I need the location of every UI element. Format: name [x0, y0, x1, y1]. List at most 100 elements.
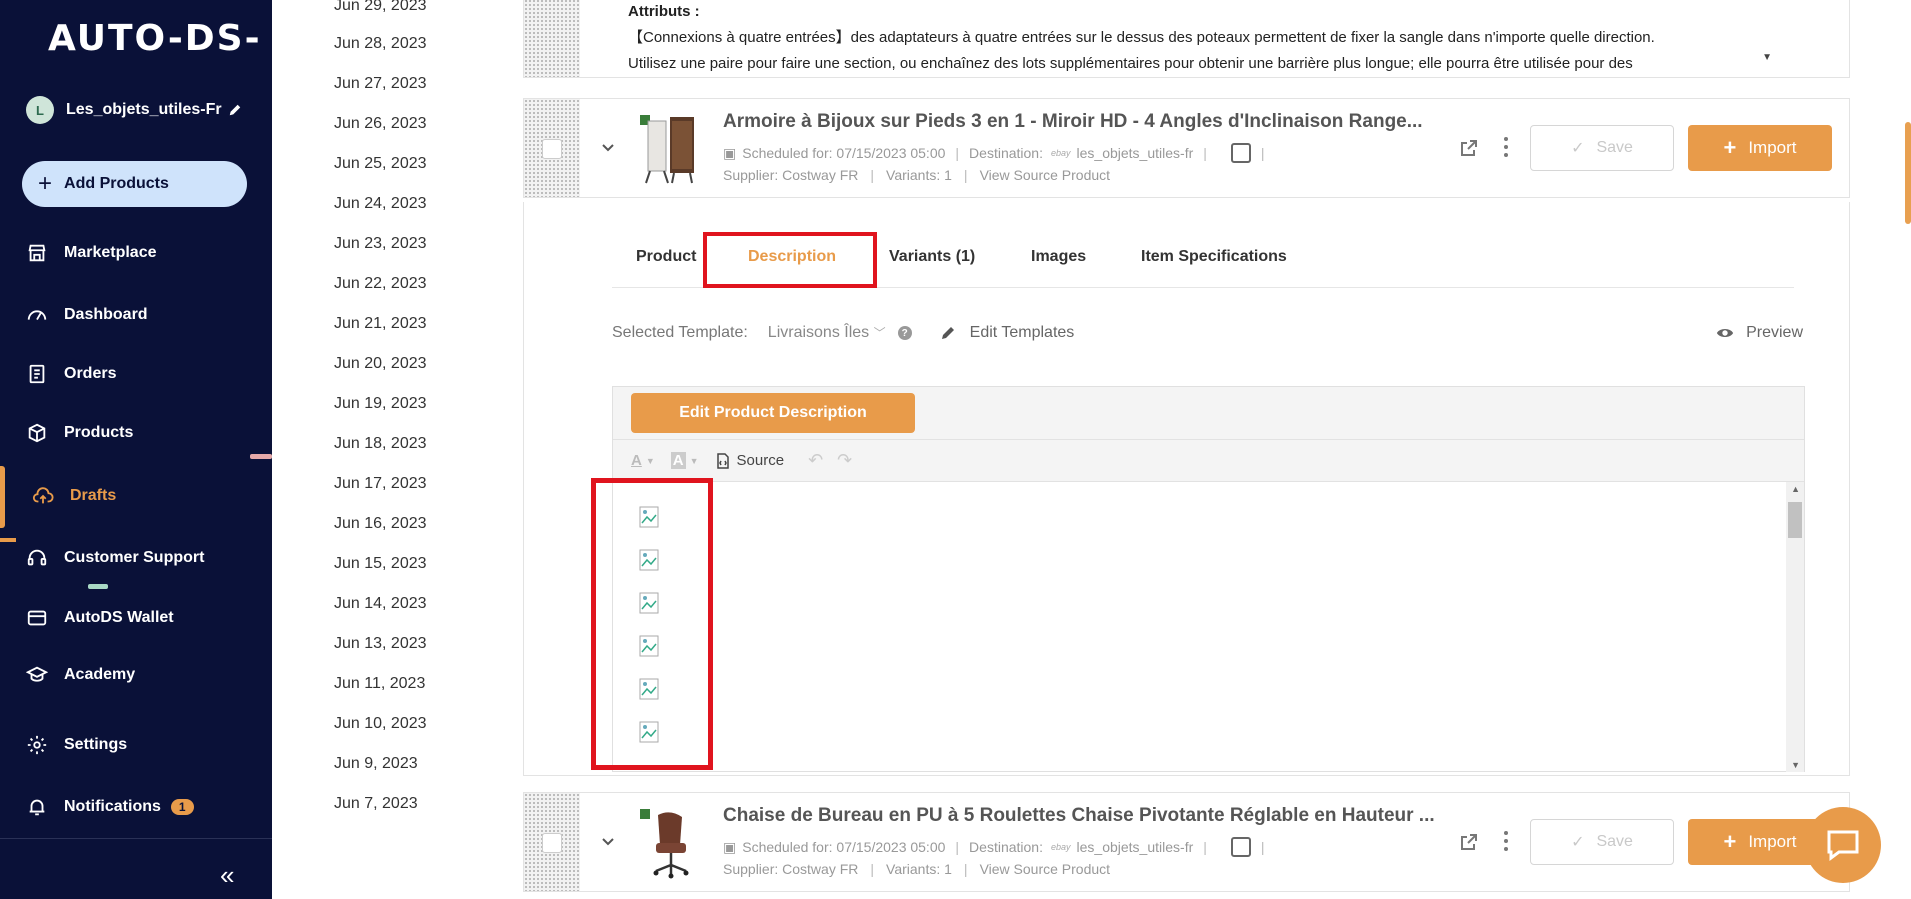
sidebar-item-drafts[interactable]: Drafts — [32, 480, 116, 512]
sidebar-item-orders[interactable]: Orders — [26, 358, 116, 390]
product-checkbox[interactable] — [542, 139, 562, 159]
plus-icon: + — [38, 170, 53, 197]
date-item[interactable]: Jun 28, 2023 — [334, 35, 427, 53]
date-item[interactable]: Jun 24, 2023 — [334, 195, 427, 213]
editor-scrollbar[interactable]: ▲ ▼ — [1786, 482, 1804, 772]
date-item[interactable]: Jun 7, 2023 — [334, 795, 418, 813]
date-item[interactable]: Jun 19, 2023 — [334, 395, 427, 413]
sidebar-item-notifications[interactable]: Notifications 1 — [26, 791, 194, 823]
more-options-icon[interactable] — [1502, 829, 1510, 853]
scroll-down-arrow[interactable]: ▼ — [1762, 45, 1772, 71]
more-options-icon[interactable] — [1502, 135, 1510, 159]
date-item[interactable]: Jun 23, 2023 — [334, 235, 427, 253]
plus-icon: + — [1723, 829, 1737, 854]
edit-product-description-button[interactable]: Edit Product Description — [631, 393, 915, 433]
drag-handle[interactable] — [524, 0, 580, 77]
scrollbar-thumb[interactable] — [1788, 502, 1802, 538]
date-item[interactable]: Jun 20, 2023 — [334, 355, 427, 373]
user-account[interactable]: L Les_objets_utiles-Fr — [26, 94, 256, 126]
pencil-icon[interactable] — [228, 103, 242, 117]
save-label: Save — [1596, 139, 1633, 156]
ebay-logo: ebay — [1050, 148, 1071, 158]
undo-icon[interactable]: ↶ — [808, 450, 823, 471]
import-button[interactable]: + Import — [1688, 125, 1832, 171]
product-title[interactable]: Chaise de Bureau en PU à 5 Roulettes Cha… — [723, 805, 1435, 827]
tab-item-specifications[interactable]: Item Specifications — [1141, 248, 1287, 266]
view-source-link[interactable]: View Source Product — [980, 167, 1110, 183]
date-item[interactable]: Jun 26, 2023 — [334, 115, 427, 133]
sidebar-item-label: Orders — [64, 365, 117, 382]
date-item[interactable]: Jun 10, 2023 — [334, 715, 427, 733]
date-item[interactable]: Jun 9, 2023 — [334, 755, 418, 773]
save-button[interactable]: ✓ Save — [1530, 125, 1674, 171]
background-color-button[interactable]: A — [670, 452, 686, 469]
autods-logo[interactable]: AUTO-DS- — [48, 18, 262, 59]
headset-icon — [27, 549, 47, 566]
page-scrollbar[interactable] — [1905, 122, 1911, 224]
redo-icon[interactable]: ↷ — [837, 450, 852, 471]
product-thumbnail[interactable] — [634, 111, 706, 187]
scroll-down-arrow[interactable]: ▼ — [1791, 760, 1800, 770]
template-label: Selected Template: — [612, 324, 748, 341]
date-item[interactable]: Jun 11, 2023 — [334, 675, 425, 693]
tab-images[interactable]: Images — [1031, 248, 1086, 266]
supplier-text: Supplier: Costway FR — [723, 167, 859, 183]
collapse-sidebar-icon[interactable]: « — [220, 860, 234, 891]
add-products-button[interactable]: + Add Products — [22, 161, 247, 207]
external-link-icon[interactable] — [1458, 137, 1480, 159]
font-color-button[interactable]: A — [631, 452, 642, 469]
preview-button[interactable]: Preview — [1716, 324, 1803, 342]
date-item[interactable]: Jun 21, 2023 — [334, 315, 427, 333]
product-title[interactable]: Armoire à Bijoux sur Pieds 3 en 1 - Miro… — [723, 111, 1423, 133]
orders-icon — [29, 364, 45, 384]
scheduled-date[interactable]: Scheduled for: 07/15/2023 05:00 — [742, 839, 945, 855]
product-checkbox[interactable] — [542, 833, 562, 853]
cloud-upload-icon — [32, 487, 54, 504]
save-button[interactable]: ✓ Save — [1530, 819, 1674, 865]
chevron-down-icon: ﹀ — [873, 326, 886, 340]
note-icon[interactable] — [1230, 143, 1251, 163]
sidebar-item-autods-wallet[interactable]: AutoDS Wallet — [26, 602, 174, 634]
template-dropdown[interactable]: Livraisons Îles ﹀ — [768, 324, 886, 342]
date-item[interactable]: Jun 17, 2023 — [334, 475, 427, 493]
edit-templates-link[interactable]: Edit Templates — [970, 324, 1075, 342]
scheduled-date[interactable]: Scheduled for: 07/15/2023 05:00 — [742, 145, 945, 161]
chevron-down-icon[interactable] — [600, 139, 616, 155]
help-icon[interactable]: ? — [897, 326, 912, 340]
tab-product[interactable]: Product — [636, 248, 696, 266]
caret-icon: ▼ — [645, 455, 655, 466]
editor-content[interactable]: ▲ ▼ — [613, 481, 1804, 772]
sidebar-item-label: Customer Support — [64, 549, 205, 566]
tab-variants[interactable]: Variants (1) — [889, 248, 975, 266]
date-item[interactable]: Jun 18, 2023 — [334, 435, 427, 453]
date-item[interactable]: Jun 15, 2023 — [334, 555, 427, 573]
sidebar-item-academy[interactable]: Academy — [26, 659, 135, 691]
scroll-up-arrow[interactable]: ▲ — [1791, 484, 1800, 494]
product-thumbnail[interactable] — [634, 805, 706, 881]
date-item[interactable]: Jun 29, 2023 — [334, 0, 427, 15]
sidebar-item-settings[interactable]: Settings — [26, 729, 127, 761]
date-item[interactable]: Jun 16, 2023 — [334, 515, 427, 533]
date-item[interactable]: Jun 22, 2023 — [334, 275, 427, 293]
graduation-cap-icon — [26, 666, 48, 682]
date-item[interactable]: Jun 27, 2023 — [334, 75, 427, 93]
date-item[interactable]: Jun 25, 2023 — [334, 155, 427, 173]
view-source-link[interactable]: View Source Product — [980, 861, 1110, 877]
source-button[interactable]: Source — [715, 452, 784, 469]
external-link-icon[interactable] — [1458, 831, 1480, 853]
note-icon[interactable] — [1230, 837, 1251, 857]
product-row: Chaise de Bureau en PU à 5 Roulettes Cha… — [523, 792, 1850, 892]
sidebar-item-dashboard[interactable]: Dashboard — [26, 299, 148, 331]
date-item[interactable]: Jun 14, 2023 — [334, 595, 427, 613]
description-editor: Edit Product Description A ▼ A ▼ Source ↶ … — [612, 386, 1805, 772]
sidebar-item-customer-support[interactable]: Customer Support — [26, 542, 204, 574]
chat-button[interactable] — [1805, 807, 1881, 883]
store-icon — [28, 244, 46, 262]
sidebar-item-products[interactable]: Products — [26, 417, 133, 449]
pencil-icon[interactable] — [940, 325, 956, 341]
sidebar-item-marketplace[interactable]: Marketplace — [26, 237, 157, 269]
date-item[interactable]: Jun 13, 2023 — [334, 635, 427, 653]
description-preview: Attributs : 【Connexions à quatre entrées… — [612, 0, 1782, 77]
destination-store: les_objets_utiles-fr — [1076, 145, 1194, 161]
chevron-down-icon[interactable] — [600, 833, 616, 849]
